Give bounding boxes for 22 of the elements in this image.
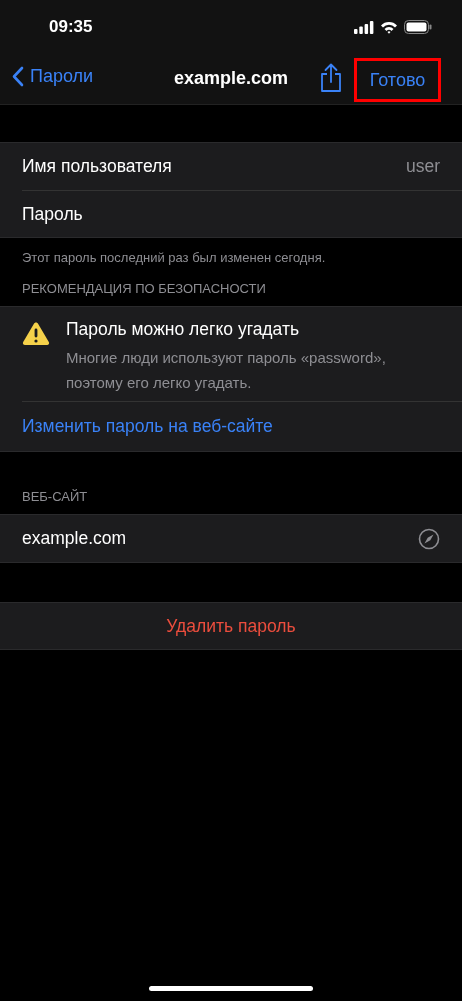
change-note: Этот пароль последний раз был изменен сегодня. [21, 249, 327, 267]
warning-title: Пароль можно легко угадать [66, 319, 301, 340]
delete-password-button[interactable]: Удалить пароль [0, 602, 462, 650]
nav-title: example.com [173, 68, 289, 89]
chevron-icon [12, 66, 24, 87]
compass-icon[interactable] [418, 527, 440, 550]
warning-icon [22, 321, 50, 346]
field-value: user [405, 156, 440, 177]
field-label: Пароль [22, 203, 83, 225]
clock: 09:35 [49, 17, 93, 37]
share-icon[interactable] [319, 63, 343, 93]
done-button[interactable]: Готово [354, 58, 441, 102]
section-header: ВЕБ-САЙТ [21, 488, 89, 506]
battery-icon [404, 20, 432, 34]
signal-icon [354, 20, 374, 34]
website-url: example.com [22, 528, 127, 549]
section-header: РЕКОМЕНДАЦИЯ ПО БЕЗОПАСНОСТИ [21, 280, 267, 298]
wifi-icon [380, 20, 398, 34]
warning-text: Многие люди используют пароль «password», поэтому его легко угадать. [66, 348, 387, 393]
field-label: Имя пользователя [22, 156, 172, 177]
back-button[interactable]: Пароли [12, 66, 94, 87]
change-password-link[interactable]: Изменить пароль на веб-сайте [22, 401, 462, 451]
